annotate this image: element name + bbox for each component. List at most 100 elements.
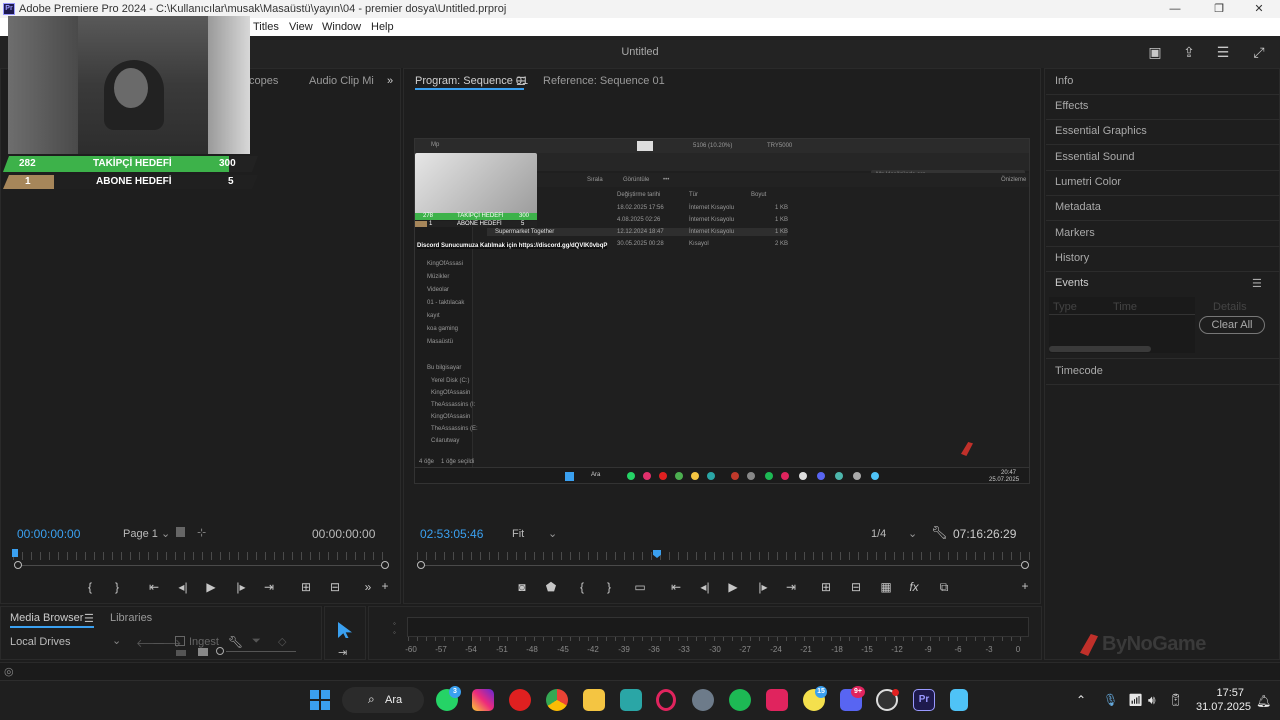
opera-icon[interactable] [656, 689, 676, 711]
add-button[interactable]: + [377, 579, 393, 593]
app-icon[interactable] [766, 689, 788, 711]
safe-margins-button[interactable]: ▭ [632, 580, 648, 594]
wifi-icon[interactable]: 📶︎ [1128, 693, 1143, 707]
chevron-down-icon[interactable]: ⌄ [161, 527, 170, 540]
list-view-icon[interactable] [198, 648, 208, 656]
chevron-down-icon[interactable]: ⌄ [908, 527, 917, 540]
lift-button[interactable]: ⊞ [818, 580, 834, 594]
filter-icon[interactable]: ⏷ [252, 635, 261, 648]
show-hidden-icons[interactable]: ⌃ [1076, 693, 1086, 707]
panel-markers[interactable]: Markers [1055, 227, 1095, 239]
program-timecode[interactable]: 02:53:05:46 [420, 527, 483, 541]
mark-in-button[interactable]: { [82, 580, 98, 594]
step-back-button[interactable]: ◂| [697, 580, 713, 594]
taskbar-time[interactable]: 17:57 [1196, 687, 1244, 699]
extract-button[interactable]: ⊟ [848, 580, 864, 594]
zoom-slider-knob[interactable] [216, 647, 224, 655]
events-menu-icon[interactable]: ☰ [1252, 277, 1262, 290]
view-icon[interactable]: ◇ [278, 635, 286, 648]
panel-events[interactable]: Events [1055, 277, 1089, 289]
play-button[interactable]: ▶ [203, 580, 219, 594]
fullscreen-icon[interactable]: ⤢ [1251, 44, 1267, 60]
status-icon[interactable]: ◎ [4, 665, 14, 678]
camera-icon[interactable]: ◙ [514, 580, 530, 594]
source-timecode[interactable]: 00:00:00:00 [17, 527, 80, 541]
instagram-icon[interactable] [472, 689, 494, 711]
tab-menu-icon[interactable]: ☰ [84, 612, 94, 625]
notepad-icon[interactable] [950, 689, 968, 711]
notifications-icon[interactable]: 🔔︎ [1256, 694, 1271, 708]
panel-info[interactable]: Info [1055, 75, 1073, 87]
panel-effects[interactable]: Effects [1055, 100, 1088, 112]
settings-gear-icon[interactable] [692, 689, 714, 711]
tab-media-browser[interactable]: Media Browser [10, 612, 83, 624]
track-select-tool-icon[interactable]: ⇥ [338, 646, 347, 659]
events-scrollbar[interactable] [1049, 346, 1151, 352]
settings-toggle-icon[interactable]: ⊹ [197, 526, 206, 539]
taskbar-date[interactable]: 31.07.2025 [1196, 701, 1251, 713]
taskbar-search[interactable] [342, 687, 424, 713]
source-zoom-track[interactable] [17, 565, 387, 566]
mark-out-button[interactable]: } [601, 580, 617, 594]
share-icon[interactable]: ⇪ [1181, 44, 1197, 60]
panel-metadata[interactable]: Metadata [1055, 201, 1101, 213]
zoom-slider[interactable] [226, 651, 296, 652]
tab-audio-clip-mixer[interactable]: Audio Clip Mi [309, 75, 374, 87]
step-forward-button[interactable]: |▸ [755, 580, 771, 594]
step-forward-button[interactable]: |▸ [233, 580, 249, 594]
program-ruler[interactable] [417, 552, 1031, 560]
program-zoom-end[interactable] [1021, 561, 1029, 569]
maximize-button[interactable]: ❐ [1204, 2, 1234, 16]
zoom-select[interactable]: Fit [512, 528, 524, 540]
go-to-out-button[interactable]: ⇥ [783, 580, 799, 594]
export-frame-button[interactable]: ▦ [878, 580, 894, 594]
wrench-icon[interactable]: 🔧︎ [228, 635, 243, 649]
source-playhead[interactable] [12, 549, 18, 557]
page-icon[interactable] [176, 527, 185, 537]
panel-timecode[interactable]: Timecode [1055, 365, 1103, 377]
youtube-music-icon[interactable] [509, 689, 531, 711]
menu-view[interactable]: View [289, 21, 313, 33]
ingest-checkbox[interactable] [175, 636, 185, 646]
wrench-icon[interactable]: 🔧︎ [931, 525, 948, 541]
comparison-view-button[interactable]: ⧉ [936, 580, 952, 595]
tab-libraries[interactable]: Libraries [110, 612, 152, 624]
overwrite-button[interactable]: ⊟ [327, 580, 343, 594]
add-button[interactable]: + [1017, 579, 1033, 593]
mark-out-button[interactable]: } [109, 580, 125, 594]
chevron-down-icon[interactable]: ⌄ [112, 634, 121, 647]
fx-icon[interactable]: fx [906, 580, 922, 594]
tab-scopes[interactable]: copes [249, 75, 278, 87]
drive-select[interactable]: Local Drives [10, 636, 71, 648]
panel-essential-graphics[interactable]: Essential Graphics [1055, 125, 1147, 137]
start-button[interactable] [310, 690, 330, 710]
disney-plus-icon[interactable] [620, 689, 642, 711]
panel-lumetri-color[interactable]: Lumetri Color [1055, 176, 1121, 188]
panel-overflow-icon[interactable]: » [387, 75, 393, 87]
add-marker-button[interactable]: ⬟ [543, 580, 559, 594]
panel-history[interactable]: History [1055, 252, 1089, 264]
close-button[interactable]: ✕ [1244, 2, 1274, 16]
tab-program[interactable]: Program: Sequence 01 [415, 75, 528, 87]
go-to-in-button[interactable]: ⇤ [668, 580, 684, 594]
microphone-icon[interactable]: 🎙︎ [1103, 693, 1118, 707]
program-monitor-frame[interactable]: Mp 5106 (10.20%) TRY5000 Mp Mp klasöründ… [414, 138, 1030, 484]
chevron-down-icon[interactable]: ⌄ [548, 527, 557, 540]
menu-help[interactable]: Help [371, 21, 394, 33]
panel-essential-sound[interactable]: Essential Sound [1055, 151, 1135, 163]
chrome-icon[interactable] [546, 689, 568, 711]
mark-in-button[interactable]: { [574, 580, 590, 594]
battery-icon[interactable]: 🔋︎ [1168, 693, 1183, 707]
volume-icon[interactable]: 🔊︎ [1148, 693, 1156, 708]
page-select[interactable]: Page 1 [123, 528, 158, 540]
play-button[interactable]: ▶ [725, 580, 741, 594]
premiere-taskbar-icon[interactable]: Pr [913, 689, 935, 711]
quick-export-icon[interactable]: ▣ [1147, 44, 1163, 60]
program-zoom-start[interactable] [417, 561, 425, 569]
insert-button[interactable]: ⊞ [298, 580, 314, 594]
source-zoom-end[interactable] [381, 561, 389, 569]
tab-reference[interactable]: Reference: Sequence 01 [543, 75, 665, 87]
more-controls-button[interactable]: » [360, 580, 376, 594]
go-to-out-button[interactable]: ⇥ [261, 580, 277, 594]
step-back-button[interactable]: ◂| [175, 580, 191, 594]
